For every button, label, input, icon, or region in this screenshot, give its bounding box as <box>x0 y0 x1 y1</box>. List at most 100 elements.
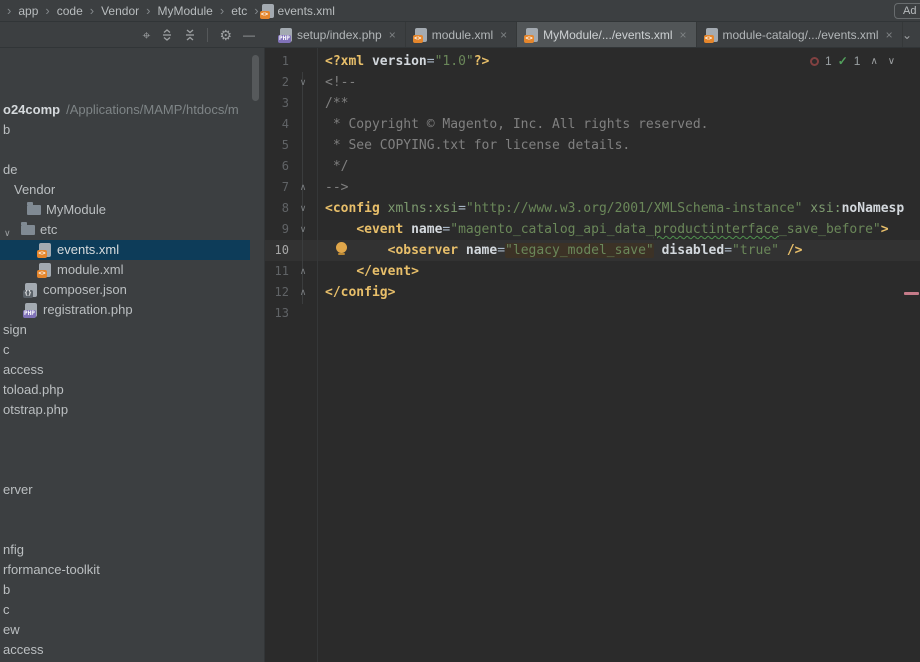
panel-scrollbar-thumb[interactable] <box>252 55 259 101</box>
tree-item-label: c <box>3 602 10 617</box>
line-number: 13 <box>274 306 289 320</box>
code-line[interactable]: </config> <box>325 282 395 303</box>
tree-item[interactable]: sign <box>0 320 264 340</box>
tree-item[interactable]: erver <box>0 480 264 500</box>
code-line[interactable]: */ <box>325 156 349 177</box>
tree-item[interactable]: <> events.xml <box>0 240 250 260</box>
code-line[interactable]: * Copyright © Magento, Inc. All rights r… <box>325 114 709 135</box>
code-line[interactable]: * See COPYING.txt for license details. <box>325 135 630 156</box>
main-area: o24comp/Applications/MAMP/htdocs/m b de Ven… <box>0 48 920 662</box>
tree-item[interactable]: rformance-toolkit <box>0 560 264 580</box>
inspections-widget[interactable]: 1 ✓ 1 ∧ ∨ <box>810 53 895 69</box>
code-line[interactable]: <config xmlns:xsi="http://www.w3.org/200… <box>325 198 904 219</box>
typo-count-icon: ✓ <box>837 54 848 68</box>
locate-file-icon[interactable]: ⌖ <box>143 28 151 42</box>
fold-marker-icon[interactable]: ∨ <box>298 198 308 219</box>
breadcrumb-item[interactable]: code <box>53 4 87 18</box>
expand-all-icon[interactable] <box>161 28 173 42</box>
fold-marker-icon[interactable]: ∧ <box>298 177 308 198</box>
tree-item[interactable]: toload.php <box>0 380 264 400</box>
folder-icon <box>21 222 35 235</box>
tree-item-label: b <box>3 582 11 597</box>
tree-item-label: access <box>3 362 44 377</box>
error-stripe-mark[interactable] <box>904 292 919 295</box>
editor-tab[interactable]: PHP setup/index.php × <box>271 22 406 47</box>
intention-lightbulb-icon[interactable] <box>336 242 347 255</box>
project-root-label: o24comp/Applications/MAMP/htdocs/m <box>3 102 239 117</box>
fold-marker-icon[interactable]: ∨ <box>298 72 308 93</box>
tab-bar: ⌖ ⚙ — PHP setup/index.php × <> module.xml × <>… <box>0 22 920 48</box>
fold-marker-icon[interactable]: ∧ <box>298 282 308 303</box>
hidden-tabs-chevron-down-icon[interactable]: ⌄ <box>902 28 912 42</box>
folder-icon <box>27 202 41 215</box>
tree-item[interactable]: MyModule <box>0 200 264 220</box>
tree-item-label: module.xml <box>57 262 124 277</box>
tab-close-icon[interactable]: × <box>500 28 507 42</box>
line-number: 10 <box>274 243 289 257</box>
fold-marker-icon[interactable]: ∧ <box>298 261 308 282</box>
tree-item-label: composer.json <box>43 282 127 297</box>
tree-item[interactable]: c <box>0 600 264 620</box>
tab-label: module-catalog/.../events.xml <box>722 27 879 42</box>
tree-item[interactable]: <> module.xml <box>0 260 264 280</box>
settings-gear-icon[interactable]: ⚙ <box>219 28 232 42</box>
tree-item[interactable]: PHP registration.php <box>0 300 264 320</box>
breadcrumb-xml-file-icon: <> <box>259 3 274 19</box>
tree-item[interactable]: otstrap.php <box>0 400 264 420</box>
project-panel-toolbar: ⌖ ⚙ — <box>0 22 265 47</box>
project-root-path: /Applications/MAMP/htdocs/m <box>66 102 239 117</box>
tree-item[interactable]: ∨ etc <box>0 220 264 240</box>
breadcrumb-item[interactable]: etc <box>227 4 251 18</box>
tree-item[interactable]: de <box>0 160 264 180</box>
code-editor[interactable]: 1 2 ∨ 3 4 5 6 7 ∧ 8 ∨ 9 ∨ 10 11 ∧ 12 ∧ 13 <?xml version="1… <box>265 48 920 662</box>
breadcrumb-item[interactable]: MyModule <box>153 4 216 18</box>
tab-xml-file-icon: <> <box>412 27 427 43</box>
tree-item[interactable]: access <box>0 360 264 380</box>
editor-tab[interactable]: <> module.xml × <box>406 22 518 47</box>
tree-item-label: erver <box>3 482 33 497</box>
code-line[interactable]: <observer name="legacy_model_save" disab… <box>325 240 803 261</box>
error-count-icon <box>810 56 819 66</box>
tab-xml-file-icon: <> <box>703 27 718 43</box>
php-file-icon: PHP <box>23 303 37 318</box>
tree-item-label: b <box>3 122 11 137</box>
tree-item[interactable]: nfig <box>0 540 264 560</box>
tree-item-label: toload.php <box>3 382 64 397</box>
code-line[interactable]: <!-- <box>325 72 356 93</box>
tree-item[interactable]: b <box>0 580 264 600</box>
next-highlight-chevron-down-icon[interactable]: ∨ <box>888 56 895 67</box>
line-number: 11 <box>274 264 289 278</box>
fold-marker-icon[interactable]: ∨ <box>298 219 308 240</box>
code-line[interactable]: </event> <box>325 261 419 282</box>
tree-item[interactable]: {} composer.json <box>0 280 264 300</box>
previous-highlight-chevron-up-icon[interactable]: ∧ <box>870 56 877 67</box>
add-configuration-button[interactable]: Ad <box>894 3 920 19</box>
code-line[interactable]: <?xml version="1.0"?> <box>325 51 489 72</box>
tree-item[interactable]: ew <box>0 620 264 640</box>
tree-item[interactable]: b <box>0 120 264 140</box>
code-line[interactable]: --> <box>325 177 348 198</box>
line-number: 5 <box>281 138 289 152</box>
tree-item-label: de <box>3 162 18 177</box>
tree-root-item[interactable]: o24comp/Applications/MAMP/htdocs/m <box>0 100 264 120</box>
tab-close-icon[interactable]: × <box>389 28 396 42</box>
hide-panel-icon[interactable]: — <box>243 28 255 42</box>
tree-item[interactable]: access <box>0 640 264 660</box>
breadcrumb-item[interactable]: Vendor <box>97 4 143 18</box>
editor-tab[interactable]: <> MyModule/.../events.xml × <box>517 22 697 47</box>
tree-item[interactable]: Vendor <box>0 180 264 200</box>
editor-tab[interactable]: <> module-catalog/.../events.xml × <box>697 22 903 47</box>
typo-count: 1 <box>853 54 861 68</box>
breadcrumb-item[interactable]: app <box>14 4 42 18</box>
tree-item[interactable]: c <box>0 340 264 360</box>
code-line[interactable]: /** <box>325 93 348 114</box>
editor-gutter: 1 2 ∨ 3 4 5 6 7 ∧ 8 ∨ 9 ∨ 10 11 ∧ 12 ∧ 13 <box>265 48 318 662</box>
ide-window: › app › code › Vendor › MyModule › etc › <> events.x… <box>0 0 920 662</box>
tree-item-label: access <box>3 642 44 657</box>
tab-close-icon[interactable]: × <box>680 28 687 42</box>
code-line[interactable]: <event name="magento_catalog_api_data_pr… <box>325 219 888 240</box>
tab-close-icon[interactable]: × <box>886 28 893 42</box>
collapse-all-icon[interactable] <box>184 28 196 42</box>
breadcrumb-item[interactable]: events.xml <box>274 4 339 18</box>
line-number: 3 <box>281 96 289 110</box>
